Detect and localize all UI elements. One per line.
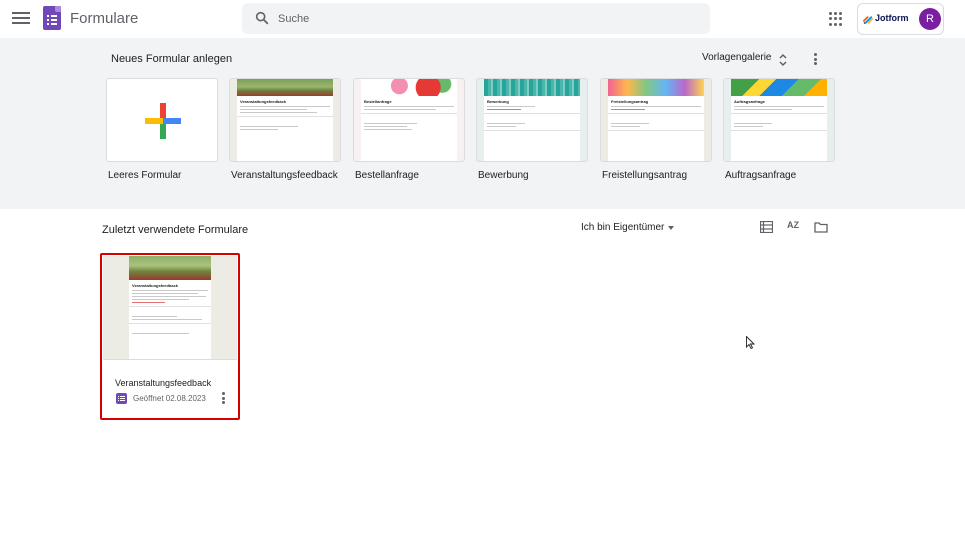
template-thumbnail[interactable]: Bestellanfrage [353,78,465,162]
form-type-icon [116,393,127,404]
form-opened-date: Geöffnet 02.08.2023 [133,394,206,403]
template-label[interactable]: Bewerbung [478,170,529,181]
template-job-request[interactable]: Auftragsanfrage Auftragsanfrage [723,78,835,181]
template-label[interactable]: Auftragsanfrage [725,170,796,181]
template-gallery: Neues Formular anlegen Vorlagengalerie L… [0,38,965,209]
search-icon[interactable] [254,10,270,26]
form-title[interactable]: Veranstaltungsfeedback [115,378,211,388]
template-leave-request[interactable]: Freistellungsantrag Freistellungsantrag [600,78,712,181]
menu-icon[interactable] [12,9,30,29]
app-title[interactable]: Formulare [70,10,138,27]
template-thumbnail[interactable]: Auftragsanfrage [723,78,835,162]
template-label[interactable]: Veranstaltungsfeedback [231,170,338,181]
thumb-title: Veranstaltungsfeedback [132,283,179,288]
thumb-title: Bewerbung [487,99,509,104]
template-gallery-button[interactable]: Vorlagengalerie [702,52,772,63]
jotform-icon [863,16,874,24]
recent-form-card[interactable]: Veranstaltungsfeedback Veranstaltungsfee… [100,253,240,420]
folder-icon[interactable] [814,221,828,233]
template-thumbnail[interactable] [106,78,218,162]
template-thumbnail[interactable]: Veranstaltungsfeedback [229,78,341,162]
recent-forms-title: Zuletzt verwendete Formulare [102,224,249,236]
account-switcher[interactable]: Jotform R [857,3,944,35]
search-bar[interactable] [242,3,710,34]
template-label[interactable]: Freistellungsantrag [602,170,687,181]
more-vert-icon[interactable] [222,392,226,404]
sort-az-icon[interactable]: AZ [787,220,801,234]
template-event-feedback[interactable]: Veranstaltungsfeedback Veranstaltungsfee… [229,78,341,181]
apps-icon[interactable] [829,12,843,26]
template-thumbnail[interactable]: Bewerbung [476,78,588,162]
list-view-icon[interactable] [760,221,773,233]
search-input[interactable] [278,9,678,29]
unfold-icon[interactable] [778,53,788,67]
owner-filter-dropdown[interactable]: Ich bin Eigentümer [581,222,664,233]
chevron-down-icon[interactable] [668,226,674,230]
template-label[interactable]: Leeres Formular [108,170,181,181]
forms-logo-icon[interactable] [43,6,61,30]
template-thumbnail[interactable]: Freistellungsantrag [600,78,712,162]
gallery-title: Neues Formular anlegen [111,53,233,65]
form-thumbnail[interactable]: Veranstaltungsfeedback [103,256,237,360]
thumb-title: Auftragsanfrage [734,99,765,104]
template-application[interactable]: Bewerbung Bewerbung [476,78,588,181]
thumb-title: Bestellanfrage [364,99,392,104]
more-vert-icon[interactable] [811,52,819,66]
template-order-request[interactable]: Bestellanfrage Bestellanfrage [353,78,465,181]
template-label[interactable]: Bestellanfrage [355,170,419,181]
mouse-cursor-icon [746,336,755,349]
top-bar: Formulare Jotform R [0,0,965,38]
plus-icon [145,103,181,139]
account-brand: Jotform [875,13,909,23]
avatar[interactable]: R [919,8,941,30]
thumb-title: Freistellungsantrag [611,99,649,104]
template-blank[interactable]: Leeres Formular [106,78,218,181]
thumb-title: Veranstaltungsfeedback [240,99,287,104]
